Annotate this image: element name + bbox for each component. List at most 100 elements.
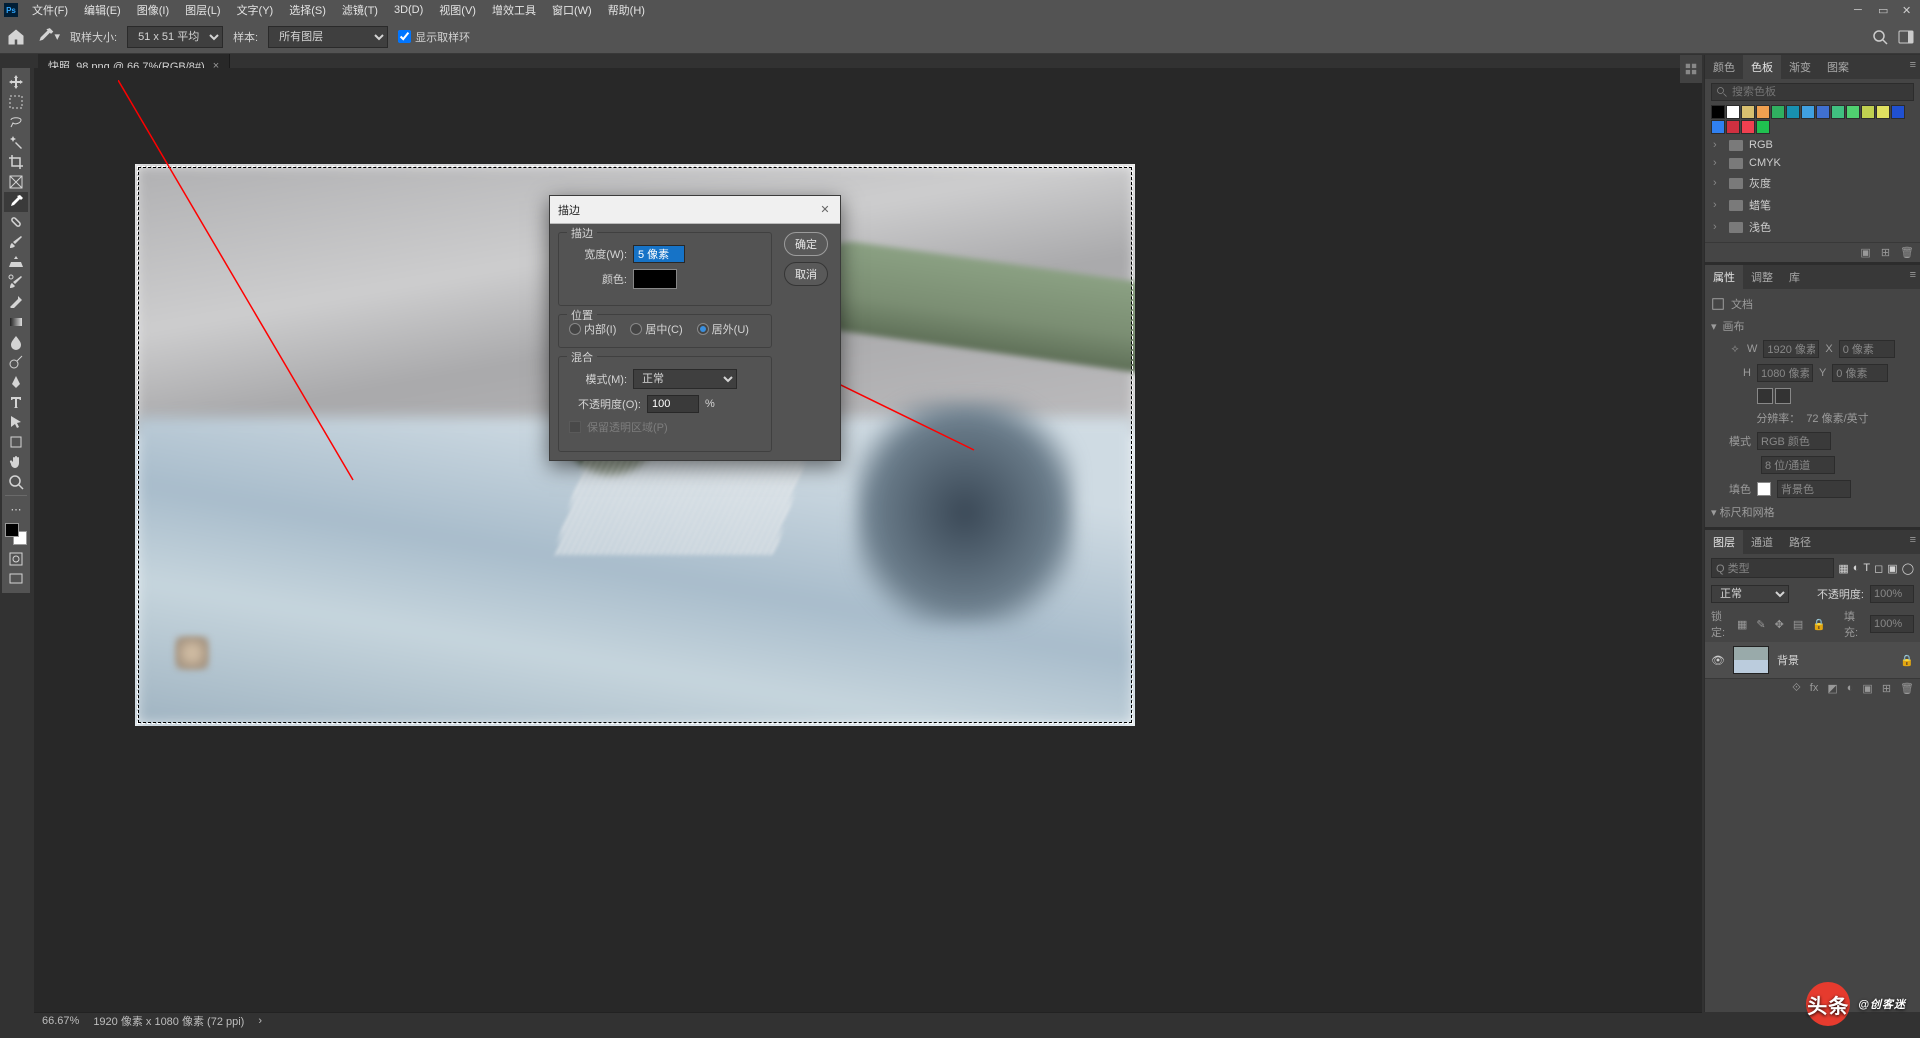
tab-paths[interactable]: 路径 (1781, 530, 1819, 554)
show-sampling-ring[interactable]: 显示取样环 (398, 29, 470, 45)
lock-all-icon[interactable]: 🔒 (1812, 618, 1826, 631)
type-tool[interactable] (4, 392, 28, 412)
search-icon[interactable] (1872, 29, 1888, 45)
canvas-height-input[interactable] (1757, 364, 1813, 382)
edit-toolbar-icon[interactable]: ⋯ (4, 499, 28, 519)
eyedropper-tool[interactable] (4, 192, 28, 212)
tab-color[interactable]: 颜色 (1705, 55, 1743, 79)
lock-pos-icon[interactable]: ✥ (1775, 618, 1784, 631)
dodge-tool[interactable] (4, 352, 28, 372)
swatch[interactable] (1726, 105, 1740, 119)
lasso-tool[interactable] (4, 112, 28, 132)
swatch[interactable] (1756, 120, 1770, 134)
layer-fill-input[interactable] (1870, 615, 1914, 633)
dialog-close-icon[interactable]: ✕ (816, 200, 834, 218)
swatch-folder[interactable]: 浅色 (1711, 216, 1914, 238)
hand-tool[interactable] (4, 452, 28, 472)
menu-plugins[interactable]: 增效工具 (484, 0, 544, 20)
filter-image-icon[interactable]: ▦ (1838, 562, 1848, 575)
lock-paint-icon[interactable]: ✎ (1756, 618, 1765, 631)
opacity-input[interactable] (647, 395, 699, 413)
tab-channels[interactable]: 通道 (1743, 530, 1781, 554)
pen-tool[interactable] (4, 372, 28, 392)
mask-icon[interactable]: ◩ (1827, 682, 1837, 695)
swatch[interactable] (1846, 105, 1860, 119)
gradient-tool[interactable] (4, 312, 28, 332)
quickmask-icon[interactable] (4, 549, 28, 569)
eraser-tool[interactable] (4, 292, 28, 312)
menu-select[interactable]: 选择(S) (281, 0, 334, 20)
swatch[interactable] (1771, 105, 1785, 119)
zoom-tool[interactable] (4, 472, 28, 492)
pos-inside-radio[interactable]: 内部(I) (569, 321, 616, 337)
filter-shape-icon[interactable]: ◻ (1874, 562, 1883, 575)
tab-library[interactable]: 库 (1781, 265, 1808, 289)
filter-smart-icon[interactable]: ▣ (1887, 562, 1897, 575)
show-ring-checkbox[interactable] (398, 30, 411, 43)
history-brush-tool[interactable] (4, 272, 28, 292)
tab-gradient[interactable]: 渐变 (1781, 55, 1819, 79)
menu-type[interactable]: 文字(Y) (229, 0, 282, 20)
filter-toggle[interactable]: ◯ (1902, 562, 1914, 575)
zoom-level[interactable]: 66.67% (42, 1015, 79, 1027)
layer-opacity-input[interactable] (1870, 585, 1914, 603)
document-dimensions[interactable]: 1920 像素 x 1080 像素 (72 ppi) (93, 1013, 244, 1029)
swatch[interactable] (1756, 105, 1770, 119)
swatch-folder[interactable]: 蜡笔 (1711, 194, 1914, 216)
color-mode-select[interactable] (1757, 432, 1831, 450)
swatch[interactable] (1726, 120, 1740, 134)
path-select-tool[interactable] (4, 412, 28, 432)
adjustment-icon[interactable]: ◐ (1847, 682, 1854, 695)
layer-item-background[interactable]: 👁 背景 🔒 (1705, 642, 1920, 678)
canvas-y-input[interactable] (1832, 364, 1888, 382)
marquee-tool[interactable] (4, 92, 28, 112)
swatches-search-input[interactable] (1732, 86, 1892, 98)
blur-tool[interactable] (4, 332, 28, 352)
blend-mode-select[interactable]: 正常 (633, 369, 737, 389)
sample-size-select[interactable]: 51 x 51 平均 (127, 26, 223, 48)
swatch[interactable] (1741, 105, 1755, 119)
magic-wand-tool[interactable] (4, 132, 28, 152)
swatches-search[interactable] (1711, 83, 1914, 101)
bits-select[interactable] (1761, 456, 1835, 474)
new-swatch-icon[interactable]: ⊞ (1881, 246, 1890, 259)
filter-adjust-icon[interactable]: ◐ (1853, 562, 1860, 574)
swatch-folder[interactable]: RGB (1711, 136, 1914, 154)
swatch[interactable] (1891, 105, 1905, 119)
crop-tool[interactable] (4, 152, 28, 172)
panel-menu-icon[interactable]: ≡ (1910, 534, 1916, 546)
swatch[interactable] (1786, 105, 1800, 119)
pos-center-radio[interactable]: 居中(C) (630, 321, 682, 337)
cancel-button[interactable]: 取消 (784, 262, 828, 286)
lock-trans-icon[interactable]: ▦ (1737, 618, 1747, 631)
link-icon[interactable]: ⟡ (1729, 343, 1741, 356)
menu-view[interactable]: 视图(V) (431, 0, 484, 20)
layer-blend-select[interactable]: 正常 (1711, 585, 1789, 603)
menu-image[interactable]: 图像(I) (129, 0, 177, 20)
tab-properties[interactable]: 属性 (1705, 265, 1743, 289)
width-input[interactable] (633, 245, 685, 263)
tab-pattern[interactable]: 图案 (1819, 55, 1857, 79)
clone-stamp-tool[interactable] (4, 252, 28, 272)
foreground-background-colors[interactable] (5, 523, 27, 545)
lock-nest-icon[interactable]: ▤ (1793, 618, 1803, 631)
rulers-section[interactable]: ▾ 标尺和网格 (1711, 501, 1914, 523)
frame-tool[interactable] (4, 172, 28, 192)
swatch[interactable] (1711, 120, 1725, 134)
menu-edit[interactable]: 编辑(E) (76, 0, 129, 20)
orientation-icons[interactable] (1757, 388, 1791, 404)
brush-tool[interactable] (4, 232, 28, 252)
new-group-icon[interactable]: ▣ (1860, 246, 1870, 259)
heal-tool[interactable] (4, 212, 28, 232)
fill-select[interactable] (1777, 480, 1851, 498)
swatch[interactable] (1861, 105, 1875, 119)
tab-adjust[interactable]: 调整 (1743, 265, 1781, 289)
link-layers-icon[interactable]: ⟐ (1792, 682, 1801, 695)
layer-kind-filter[interactable]: Q 类型 (1711, 558, 1834, 578)
filter-type-icon[interactable]: T (1863, 562, 1870, 574)
stroke-color-swatch[interactable] (633, 269, 677, 289)
delete-layer-icon[interactable]: 🗑 (1900, 682, 1914, 695)
swatch[interactable] (1816, 105, 1830, 119)
new-layer-icon[interactable]: ⊞ (1882, 682, 1891, 695)
swatch[interactable] (1801, 105, 1815, 119)
